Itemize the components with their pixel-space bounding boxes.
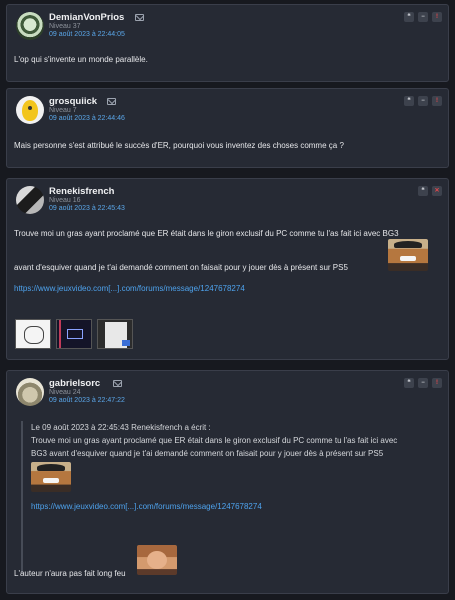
user-level: Niveau 7 [49,107,77,114]
post-actions: ❝ − ! [404,96,442,106]
quote-text-line: BG3 avant d'esquiver quand je t'ai deman… [31,449,384,458]
post-link[interactable]: https://www.jeuxvideo.com[...].com/forum… [14,284,245,293]
mail-icon[interactable] [113,380,122,387]
quote-block: Le 09 août 2023 à 22:45:43 Renekisfrench… [21,421,441,573]
username[interactable]: gabrielsorc [49,378,100,389]
sticker-image [388,239,428,271]
username[interactable]: DemianVonPrios [49,12,124,23]
forum-thread: DemianVonPrios Niveau 37 09 août 2023 à … [0,0,455,600]
post-date[interactable]: 09 août 2023 à 22:47:22 [49,397,125,404]
report-icon[interactable]: ! [432,12,442,22]
quote-icon[interactable]: ❝ [404,12,414,22]
forum-post: grosquiick Niveau 7 09 août 2023 à 22:44… [6,88,449,168]
report-icon[interactable]: ! [432,378,442,388]
avatar[interactable] [16,96,44,124]
quote-icon[interactable]: ❝ [404,96,414,106]
user-level: Niveau 16 [49,197,81,204]
post-date[interactable]: 09 août 2023 à 22:45:43 [49,205,125,212]
forum-post: Renekisfrench Niveau 16 09 août 2023 à 2… [6,178,449,360]
user-level: Niveau 37 [49,23,81,30]
minus-icon[interactable]: − [418,12,428,22]
delete-icon[interactable]: ✕ [432,186,442,196]
post-actions: ❝ − ! [404,12,442,22]
quote-text-line: Trouve moi un gras ayant proclamé que ER… [31,436,398,445]
forum-post: DemianVonPrios Niveau 37 09 août 2023 à … [6,4,449,82]
image-thumbnail[interactable] [15,319,51,349]
mail-icon[interactable] [135,14,144,21]
image-thumbnail[interactable] [56,319,92,349]
minus-icon[interactable]: − [418,96,428,106]
quote-icon[interactable]: ❝ [418,186,428,196]
post-actions: ❝ ✕ [418,186,442,196]
forum-post: gabrielsorc Niveau 24 09 août 2023 à 22:… [6,370,449,594]
report-icon[interactable]: ! [432,96,442,106]
avatar[interactable] [16,12,44,40]
quote-link[interactable]: https://www.jeuxvideo.com[...].com/forum… [31,500,441,513]
post-text-line: Trouve moi un gras ayant proclamé que ER… [14,229,399,238]
username[interactable]: grosquiick [49,96,97,107]
sticker-image [31,462,71,492]
post-text-line: avant d'esquiver quand je t'ai demandé c… [14,263,348,272]
image-thumbnail[interactable] [97,319,133,349]
post-text: L'auteur n'aura pas fait long feu [14,569,126,578]
mail-icon[interactable] [107,98,116,105]
quote-icon[interactable]: ❝ [404,378,414,388]
user-level: Niveau 24 [49,389,81,396]
post-date[interactable]: 09 août 2023 à 22:44:46 [49,115,125,122]
avatar[interactable] [16,378,44,406]
avatar[interactable] [16,186,44,214]
quote-header: Le 09 août 2023 à 22:45:43 Renekisfrench… [31,423,211,432]
post-actions: ❝ − ! [404,378,442,388]
post-date[interactable]: 09 août 2023 à 22:44:05 [49,31,125,38]
minus-icon[interactable]: − [418,378,428,388]
sticker-image [137,545,177,575]
username[interactable]: Renekisfrench [49,186,114,197]
post-text: Mais personne s'est attribué le succès d… [14,141,344,150]
post-text: L'op qui s'invente un monde parallèle. [14,55,148,64]
